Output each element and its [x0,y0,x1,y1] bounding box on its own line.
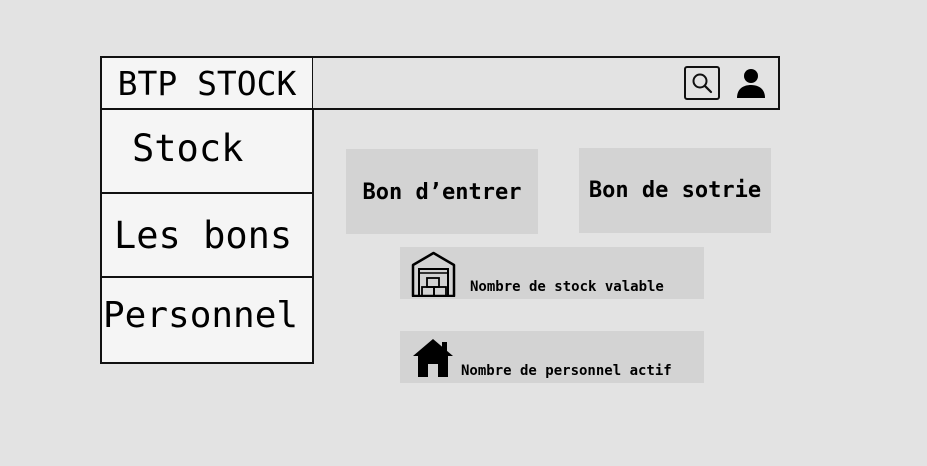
sidebar-item-label: Personnel [103,294,299,336]
sidebar-item-label: Stock [132,127,244,170]
search-button[interactable] [684,66,720,100]
sidebar-item-les-bons[interactable]: Les bons [102,194,312,278]
top-bar [313,56,780,110]
bon-entrer-button[interactable]: Bon d’entrer [346,149,538,234]
sidebar-item-personnel[interactable]: Personnel [102,278,312,362]
bon-sortie-button[interactable]: Bon de sotrie [579,148,771,233]
user-icon [737,69,765,98]
stock-count-label: Nombre de stock valable [470,279,664,295]
warehouse-icon [411,251,456,297]
stock-count-card: Nombre de stock valable [400,247,704,299]
sidebar: BTP STOCK Stock Les bons Personnel [100,56,314,364]
personnel-count-card: Nombre de personnel actif [400,331,704,383]
app-title: BTP STOCK [102,58,312,110]
user-button[interactable] [734,65,768,101]
sidebar-item-label: Les bons [114,213,293,257]
personnel-count-label: Nombre de personnel actif [461,363,672,379]
house-icon [413,339,453,377]
sidebar-item-stock[interactable]: Stock [102,110,312,194]
search-icon [692,73,713,94]
